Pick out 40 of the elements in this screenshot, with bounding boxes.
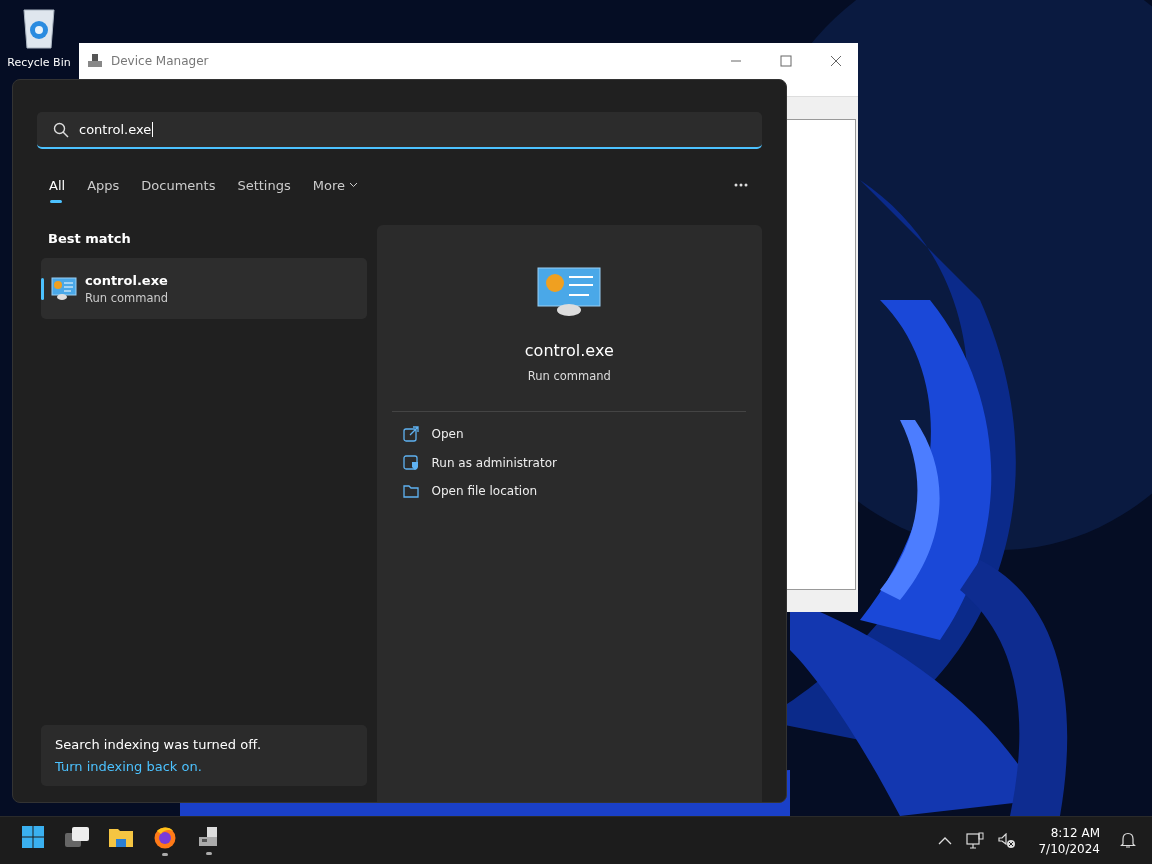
preview-name: control.exe — [524, 341, 614, 360]
preview-type: Run command — [527, 369, 611, 383]
filter-tab[interactable]: Documents — [141, 167, 216, 203]
folder-icon[interactable] — [108, 826, 134, 848]
section-heading: Best match — [48, 231, 132, 246]
chevron-down-icon — [349, 182, 358, 188]
task-view-icon[interactable] — [64, 826, 90, 848]
action-item[interactable]: Run as administrator — [402, 455, 762, 471]
filter-tab[interactable]: Settings — [237, 167, 291, 203]
speaker-muted-icon[interactable] — [998, 832, 1017, 849]
folder-icon — [402, 484, 419, 498]
action-item[interactable]: Open file location — [402, 484, 762, 498]
control-panel-icon — [537, 267, 602, 317]
control-panel-icon — [51, 276, 77, 301]
result-type: Run command — [85, 290, 169, 305]
filter-tab[interactable]: All — [49, 167, 66, 203]
search-result[interactable]: control.exe Run command — [41, 258, 367, 319]
indexing-link[interactable]: Turn indexing back on. — [55, 759, 353, 774]
search-field[interactable]: control.exe — [37, 112, 762, 149]
more-options-icon[interactable] — [734, 183, 748, 187]
device-manager-icon — [87, 52, 103, 69]
search-icon — [53, 121, 69, 138]
filter-tab[interactable]: Apps — [87, 167, 120, 203]
close-icon[interactable] — [830, 54, 842, 67]
chevron-up-icon[interactable] — [938, 836, 953, 845]
windows-start-icon[interactable] — [21, 825, 45, 849]
result-name: control.exe — [85, 272, 169, 288]
browser-icon[interactable] — [153, 825, 177, 849]
maximize-icon[interactable] — [780, 54, 792, 67]
search-text: control.exe — [79, 122, 154, 137]
clock[interactable]: 8:12 AM 7/10/2024 — [1038, 825, 1100, 856]
action-item[interactable]: Open — [402, 426, 762, 442]
notification-bell-icon[interactable] — [1120, 832, 1136, 849]
desktop-icon-label[interactable]: Recycle Bin — [7, 56, 71, 69]
window-title: Device Manager — [111, 53, 209, 68]
notice-text: Search indexing was turned off. — [55, 737, 263, 752]
network-icon[interactable] — [966, 831, 985, 850]
filter-tab[interactable]: More — [312, 167, 358, 203]
shield-window-icon — [402, 455, 419, 471]
open-external-icon — [402, 426, 419, 442]
